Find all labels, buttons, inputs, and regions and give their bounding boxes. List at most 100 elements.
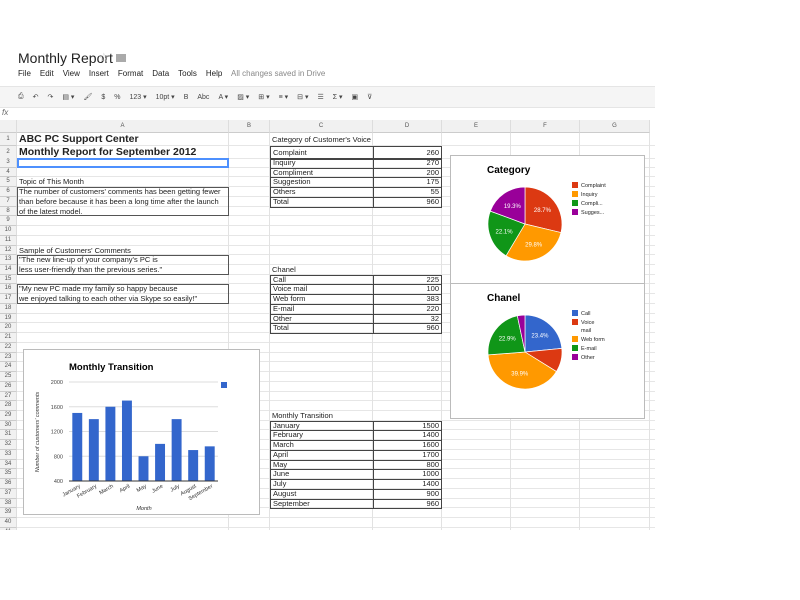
- column-header-G[interactable]: G: [580, 120, 650, 133]
- row-header-7[interactable]: 7: [0, 196, 17, 207]
- cell[interactable]: ABC PC Support Center: [17, 133, 139, 146]
- cell[interactable]: Category of Customer's Voice: [270, 133, 371, 146]
- row-header-29[interactable]: 29: [0, 410, 17, 421]
- toolbar-button[interactable]: 123 ▾: [129, 93, 146, 101]
- menu-data[interactable]: Data: [152, 69, 169, 78]
- menu-view[interactable]: View: [63, 69, 80, 78]
- row-header-17[interactable]: 17: [0, 294, 17, 304]
- toolbar-button[interactable]: ▤ ▾: [62, 93, 74, 101]
- table-label-cell[interactable]: Total: [270, 196, 374, 208]
- row-header-20[interactable]: 20: [0, 323, 17, 334]
- toolbar-button[interactable]: %: [114, 94, 120, 101]
- row-header-18[interactable]: 18: [0, 303, 17, 314]
- row-header-15[interactable]: 15: [0, 274, 17, 285]
- toolbar-button[interactable]: ≡ ▾: [279, 93, 289, 101]
- row-header-3[interactable]: 3: [0, 158, 17, 168]
- bar-may: [138, 456, 149, 481]
- cell[interactable]: Monthly Transition: [270, 411, 333, 421]
- row-header-21[interactable]: 21: [0, 333, 17, 343]
- column-header-D[interactable]: D: [373, 120, 442, 133]
- cell[interactable]: Topic of This Month: [17, 177, 84, 187]
- row-header-9[interactable]: 9: [0, 216, 17, 227]
- table-label-cell[interactable]: Total: [270, 323, 374, 335]
- row-header-10[interactable]: 10: [0, 226, 17, 236]
- menu-edit[interactable]: Edit: [40, 69, 54, 78]
- toolbar-button[interactable]: ▨ ▾: [237, 93, 249, 101]
- row-header-4[interactable]: 4: [0, 167, 17, 178]
- folder-icon[interactable]: [116, 54, 126, 62]
- row-header-28[interactable]: 28: [0, 401, 17, 411]
- column-header-A[interactable]: A: [17, 120, 229, 133]
- row-header-8[interactable]: 8: [0, 206, 17, 217]
- toolbar-button[interactable]: 🖌: [83, 93, 92, 101]
- toolbar-button[interactable]: ↷: [47, 93, 53, 101]
- menu-tools[interactable]: Tools: [178, 69, 197, 78]
- row-header-38[interactable]: 38: [0, 498, 17, 509]
- chart-monthly-transition[interactable]: Monthly Transition 400 800 1200 1600 2000 Janu…: [23, 349, 260, 515]
- row-header-33[interactable]: 33: [0, 449, 17, 460]
- row-header-27[interactable]: 27: [0, 391, 17, 402]
- row-header-5[interactable]: 5: [0, 177, 17, 188]
- row-header-35[interactable]: 35: [0, 469, 17, 480]
- row-header-31[interactable]: 31: [0, 430, 17, 441]
- table-label-cell[interactable]: September: [270, 498, 374, 510]
- toolbar-button[interactable]: ☰: [317, 93, 323, 101]
- row-gridline: [17, 526, 655, 528]
- row-header-16[interactable]: 16: [0, 284, 17, 295]
- column-header-F[interactable]: F: [511, 120, 580, 133]
- legend-label: Other: [581, 355, 595, 361]
- toolbar-button[interactable]: Abc: [197, 94, 209, 101]
- star-icon[interactable]: ☆: [98, 50, 110, 66]
- chart-category[interactable]: Category 28.7% 29.8% 22.1% 19.3% Complaint Inq…: [450, 155, 645, 285]
- cell[interactable]: Chanel: [270, 265, 296, 275]
- cell[interactable]: Monthly Report for September 2012: [17, 146, 196, 159]
- menu-file[interactable]: File: [18, 69, 31, 78]
- row-header-11[interactable]: 11: [0, 235, 17, 246]
- toolbar-button[interactable]: ⊽: [367, 93, 372, 101]
- row-header-25[interactable]: 25: [0, 372, 17, 382]
- toolbar-button[interactable]: B: [184, 94, 189, 101]
- toolbar-button[interactable]: ⊞ ▾: [258, 93, 269, 101]
- save-status: All changes saved in Drive: [231, 69, 326, 78]
- selected-cell-A3[interactable]: [17, 158, 229, 168]
- menu-insert[interactable]: Insert: [89, 69, 109, 78]
- toolbar-button[interactable]: ⊟ ▾: [297, 93, 308, 101]
- row-header-23[interactable]: 23: [0, 352, 17, 363]
- row-header-1[interactable]: 1: [0, 133, 17, 146]
- menu-help[interactable]: Help: [206, 69, 222, 78]
- menu-format[interactable]: Format: [118, 69, 143, 78]
- row-header-24[interactable]: 24: [0, 362, 17, 373]
- row-header-26[interactable]: 26: [0, 381, 17, 392]
- toolbar-button[interactable]: ▣: [352, 93, 359, 101]
- row-header-12[interactable]: 12: [0, 245, 17, 256]
- row-header-41[interactable]: 41: [0, 527, 17, 530]
- toolbar-button[interactable]: ↶: [33, 93, 39, 101]
- row-header-13[interactable]: 13: [0, 255, 17, 266]
- toolbar-button[interactable]: A ▾: [218, 93, 228, 101]
- row-header-22[interactable]: 22: [0, 342, 17, 353]
- y-tick-label: 2000: [51, 380, 63, 386]
- select-all-corner[interactable]: [0, 120, 17, 133]
- row-header-14[interactable]: 14: [0, 265, 17, 275]
- column-header-C[interactable]: C: [270, 120, 373, 133]
- toolbar-button[interactable]: 10pt ▾: [156, 93, 175, 101]
- column-header-E[interactable]: E: [442, 120, 511, 133]
- row-header-30[interactable]: 30: [0, 420, 17, 431]
- column-header-B[interactable]: B: [229, 120, 270, 133]
- row-header-39[interactable]: 39: [0, 508, 17, 518]
- row-header-40[interactable]: 40: [0, 518, 17, 528]
- row-header-19[interactable]: 19: [0, 313, 17, 324]
- toolbar-button[interactable]: Σ ▾: [333, 93, 343, 101]
- table-value-cell[interactable]: 960: [373, 196, 442, 208]
- chart-chanel[interactable]: Chanel 23.4% 39.9% 22.9% Call Voice mail Web fo…: [450, 283, 645, 419]
- toolbar-button[interactable]: ⎙: [18, 93, 24, 101]
- cell[interactable]: Sample of Customers' Comments: [17, 246, 131, 256]
- table-value-cell[interactable]: 960: [373, 498, 442, 510]
- row-header-34[interactable]: 34: [0, 459, 17, 470]
- table-value-cell[interactable]: 960: [373, 323, 442, 335]
- row-header-32[interactable]: 32: [0, 440, 17, 450]
- toolbar-button[interactable]: $: [101, 94, 105, 101]
- row-header-36[interactable]: 36: [0, 479, 17, 489]
- row-header-6[interactable]: 6: [0, 187, 17, 197]
- row-header-37[interactable]: 37: [0, 488, 17, 499]
